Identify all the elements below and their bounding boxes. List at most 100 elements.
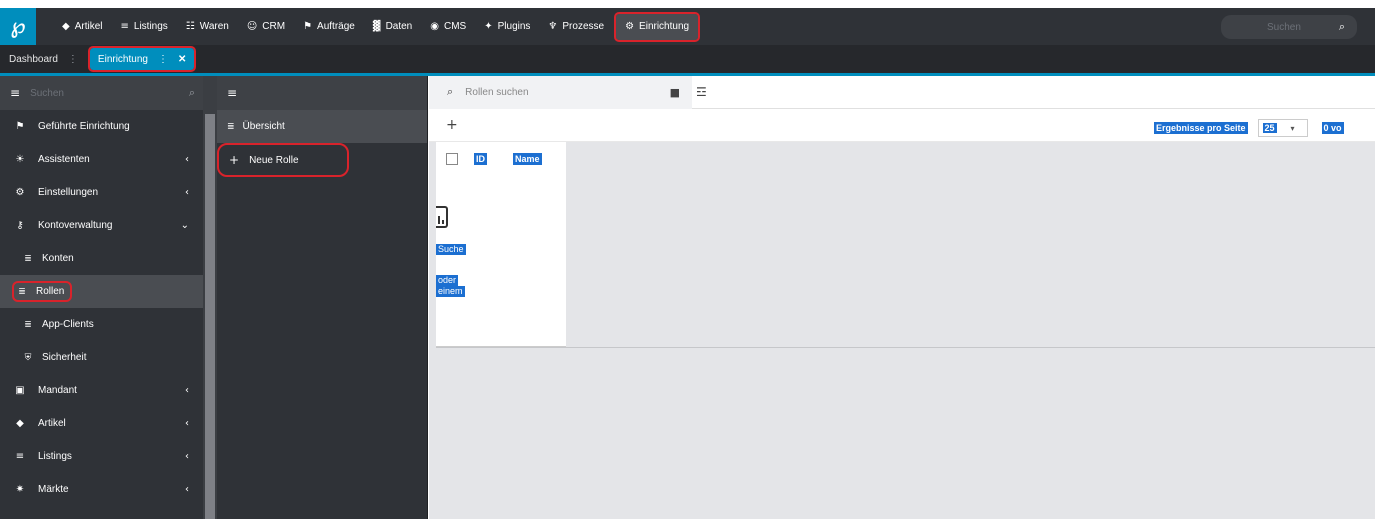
sidebar-search[interactable]: ≡ Suchen ⌕ [0, 76, 203, 110]
roles-toolbar: + Ergebnisse pro Seite 25 ▾ 0 vo [429, 109, 1375, 142]
bookmark-icon[interactable]: ■ [670, 86, 680, 99]
roles-sub-navigation: ≡ ≣ Übersicht + Neue Rolle [217, 76, 428, 519]
nav-item-listings[interactable]: ≡ Listings [121, 8, 168, 45]
sidebar-item-gefuehrte-einrichtung[interactable]: ⚑ Geführte Einrichtung [0, 110, 203, 143]
nav-item-auftraege[interactable]: ⚑ Aufträge [303, 8, 355, 45]
users-icon: ☺ [246, 21, 258, 32]
search-icon[interactable]: ⌕ [447, 85, 453, 99]
sidebar-item-label: Sicherheit [42, 352, 87, 363]
tab-bar: Dashboard ⋮ Einrichtung ⋮ ✕ [0, 45, 1375, 73]
tag-icon: ◆ [16, 418, 24, 429]
close-icon[interactable]: ✕ [178, 54, 186, 65]
puzzle-icon: ✦ [484, 21, 493, 32]
roles-search-placeholder: Rollen suchen [465, 86, 529, 98]
pagination-total: 0 vo [1321, 122, 1344, 134]
nav-label: CMS [443, 21, 467, 32]
scrollbar-thumb[interactable] [205, 114, 215, 519]
plus-icon: + [229, 153, 240, 167]
content-divider [436, 347, 1375, 348]
list-search-icon: ≣ [24, 319, 32, 330]
menu-icon[interactable]: ≡ [227, 86, 237, 100]
sidebar-item-artikel[interactable]: ◆ Artikel ‹ [0, 407, 203, 440]
app-root: ℘ ◆ Artikel ≡ Listings ☷ Waren ☺ CRM ⚑ Aufträ… [0, 0, 1375, 519]
nav-item-crm[interactable]: ☺ CRM [247, 8, 285, 45]
sidebar-item-label: App-Clients [42, 319, 94, 330]
roles-search-input[interactable]: ⌕ Rollen suchen ■ [429, 75, 692, 109]
chevron-left-icon: ‹ [185, 385, 189, 396]
tag-icon: ◆ [62, 21, 70, 32]
chevron-left-icon: ‹ [185, 484, 189, 495]
sidebar-item-maerkte[interactable]: ✷ Märkte ‹ [0, 473, 203, 506]
listings-icon: ≡ [15, 451, 25, 462]
sidebar-item-einstellungen[interactable]: ⚙ Einstellungen ‹ [0, 176, 203, 209]
empty-chart-icon [436, 206, 448, 228]
nav-label: Einrichtung [639, 21, 690, 32]
chevron-left-icon: ‹ [185, 187, 189, 198]
empty-text-einem: einem [436, 286, 465, 297]
cart-icon: ⚑ [303, 21, 313, 32]
store-icon: ▣ [15, 385, 25, 396]
sidebar-item-label: Einstellungen [38, 187, 99, 198]
tab-einrichtung[interactable]: Einrichtung ⋮ ✕ [87, 46, 197, 72]
roles-search-bar: ⌕ Rollen suchen ■ ☲ [429, 75, 1375, 109]
sidebar-item-sicherheit[interactable]: ⛨ Sicherheit [0, 341, 203, 374]
chevron-left-icon: ‹ [185, 154, 189, 165]
search-placeholder: Suchen [1267, 21, 1301, 33]
nav-item-cms[interactable]: ◉ CMS [430, 8, 466, 45]
nav-item-artikel[interactable]: ◆ Artikel [62, 8, 103, 45]
nav-label: Waren [199, 21, 229, 32]
tab-dashboard-menu-icon[interactable]: ⋮ [68, 54, 78, 65]
tab-menu-icon[interactable]: ⋮ [158, 54, 168, 65]
select-all-checkbox[interactable] [446, 152, 458, 165]
sidebar-item-label: Rollen [36, 286, 65, 297]
sidebar-item-label: Assistenten [38, 154, 90, 165]
search-icon[interactable]: ⌕ [1339, 20, 1345, 34]
nav-label: Prozesse [562, 21, 605, 32]
sidebar-item-listings[interactable]: ≡ Listings ‹ [0, 440, 203, 473]
nav-label: Daten [385, 21, 413, 32]
mid-item-label: Übersicht [242, 121, 285, 132]
new-role-button[interactable]: + Neue Rolle [217, 143, 349, 177]
plenty-logo[interactable]: ℘ [0, 8, 36, 45]
database-icon: ▓ [372, 21, 381, 32]
add-icon[interactable]: + [446, 117, 458, 133]
warehouse-icon: ☷ [185, 21, 195, 32]
sidebar-item-rollen[interactable]: ≣ Rollen [0, 275, 203, 308]
nav-item-einrichtung[interactable]: ⚙ Einrichtung [614, 11, 701, 42]
list-search-icon: ≣ [227, 121, 235, 132]
wizard-icon: ☀ [15, 154, 25, 165]
sidebar-item-label: Kontoverwaltung [38, 220, 113, 231]
process-icon: ♆ [548, 21, 558, 32]
new-role-label: Neue Rolle [249, 154, 299, 166]
global-search-input[interactable]: Suchen ⌕ [1221, 15, 1357, 39]
sidebar-item-label: Artikel [38, 418, 66, 429]
menu-icon[interactable]: ≡ [10, 86, 20, 100]
results-per-page-select[interactable]: 25 ▾ [1257, 119, 1308, 137]
nav-item-waren[interactable]: ☷ Waren [186, 8, 229, 45]
nav-label: CRM [262, 21, 286, 32]
sidebar-item-label: Konten [42, 253, 74, 264]
column-header-name[interactable]: Name [513, 152, 542, 165]
nav-item-daten[interactable]: ▓ Daten [373, 8, 412, 45]
network-icon: ✷ [15, 484, 25, 495]
chevron-left-icon: ‹ [185, 451, 189, 462]
nav-item-prozesse[interactable]: ♆ Prozesse [548, 8, 604, 45]
rollen-highlight: ≣ Rollen [11, 281, 73, 302]
main-nav: ◆ Artikel ≡ Listings ☷ Waren ☺ CRM ⚑ Aufträge… [62, 8, 716, 45]
sidebar-scrollbar[interactable] [203, 76, 217, 519]
chevron-down-icon: ⌄ [180, 220, 189, 231]
search-icon[interactable]: ⌕ [189, 86, 195, 100]
pagination-controls: Ergebnisse pro Seite 25 ▾ 0 vo [1154, 119, 1344, 137]
filter-icon[interactable]: ☲ [696, 85, 707, 99]
nav-item-plugins[interactable]: ✦ Plugins [484, 8, 530, 45]
sidebar-item-konten[interactable]: ≣ Konten [0, 242, 203, 275]
tab-dashboard[interactable]: Dashboard [9, 54, 58, 65]
sidebar-item-app-clients[interactable]: ≣ App-Clients [0, 308, 203, 341]
sidebar-item-kontoverwaltung[interactable]: ⚷ Kontoverwaltung ⌄ [0, 209, 203, 242]
mid-item-uebersicht[interactable]: ≣ Übersicht [217, 110, 427, 143]
chevron-left-icon: ‹ [185, 418, 189, 429]
sidebar-item-label: Mandant [38, 385, 77, 396]
sidebar-item-mandant[interactable]: ▣ Mandant ‹ [0, 374, 203, 407]
sidebar-item-assistenten[interactable]: ☀ Assistenten ‹ [0, 143, 203, 176]
column-header-id[interactable]: ID [474, 152, 487, 165]
